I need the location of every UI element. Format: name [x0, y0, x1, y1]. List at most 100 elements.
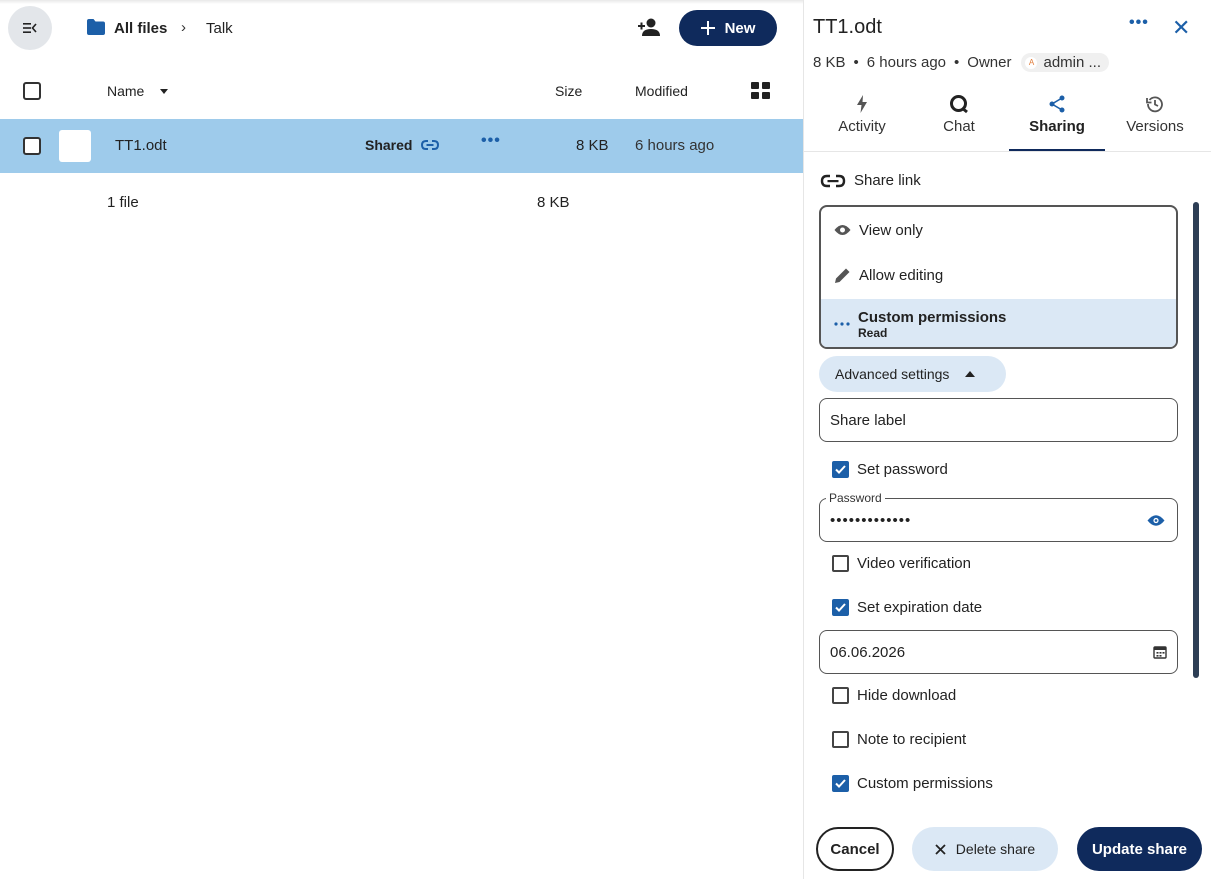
permission-option-allow-editing[interactable]: Allow editing	[821, 264, 1176, 286]
meta-separator: •	[954, 54, 960, 71]
check-icon	[835, 603, 846, 612]
menu-collapse-icon	[23, 23, 37, 33]
file-size: 8 KB	[576, 137, 609, 154]
set-password-checkbox[interactable]: Set password	[832, 461, 948, 478]
files-view: All files › Talk New Name Size Modified …	[0, 0, 803, 879]
row-checkbox[interactable]	[23, 137, 41, 155]
advanced-settings-label: Advanced settings	[835, 366, 950, 382]
tab-sharing[interactable]: Sharing	[1009, 92, 1105, 152]
breadcrumb-talk[interactable]: Talk	[206, 20, 233, 37]
files-summary-size: 8 KB	[537, 194, 570, 211]
eye-icon	[834, 225, 851, 235]
checkbox-checked[interactable]	[832, 461, 849, 478]
row-actions-button[interactable]: •••	[481, 132, 501, 150]
set-expiration-checkbox[interactable]: Set expiration date	[832, 599, 982, 616]
checkbox-label: Hide download	[857, 687, 957, 704]
avatar: A	[1025, 56, 1038, 69]
close-icon[interactable]: ✕	[1172, 15, 1190, 41]
navigation-toggle-button[interactable]	[8, 6, 52, 50]
file-name[interactable]: TT1.odt	[115, 137, 167, 154]
sidebar-title: TT1.odt	[813, 16, 882, 38]
check-icon	[835, 779, 846, 788]
meta-owner-label: Owner	[967, 54, 1012, 71]
tab-chat[interactable]: Chat	[911, 92, 1007, 152]
file-modified: 6 hours ago	[635, 137, 715, 154]
plus-icon	[700, 21, 715, 35]
permission-option-custom[interactable]: Custom permissions Read	[821, 299, 1176, 347]
file-thumbnail[interactable]	[59, 130, 91, 162]
new-button-label: New	[724, 19, 756, 37]
tab-label: Sharing	[1029, 118, 1085, 135]
check-icon	[835, 465, 846, 474]
table-row[interactable]: TT1.odt Shared ••• 8 KB 6 hours ago	[0, 119, 803, 173]
breadcrumb-all-files[interactable]: All files	[114, 20, 167, 37]
owner-chip[interactable]: A admin ...	[1021, 53, 1110, 72]
owner-name: admin ...	[1043, 54, 1102, 71]
password-legend: Password	[826, 491, 885, 505]
column-header-size[interactable]: Size	[555, 83, 582, 99]
checkbox-label: Custom permissions	[857, 775, 993, 792]
shared-label[interactable]: Shared	[365, 137, 412, 153]
password-value: •••••••••••••	[830, 511, 912, 529]
option-label: Custom permissions	[858, 308, 1007, 326]
bolt-icon	[857, 95, 867, 113]
folder-icon	[87, 19, 105, 35]
history-icon	[1146, 96, 1163, 113]
file-meta: 8 KB • 6 hours ago • Owner A admin ...	[813, 53, 1110, 72]
custom-permissions-checkbox[interactable]: Custom permissions	[832, 775, 993, 792]
hide-download-checkbox[interactable]: Hide download	[832, 687, 956, 704]
tab-label: Chat	[943, 118, 975, 135]
chat-icon	[950, 95, 968, 114]
meta-separator: •	[853, 54, 859, 71]
share-icon	[1049, 95, 1065, 113]
tabs-divider	[804, 151, 1211, 152]
new-button[interactable]: New	[679, 10, 777, 46]
delete-share-button[interactable]: Delete share	[912, 827, 1058, 871]
video-verification-checkbox[interactable]: Video verification	[832, 555, 971, 572]
option-sublabel: Read	[858, 325, 888, 340]
checkbox-checked[interactable]	[832, 599, 849, 616]
person-add-icon[interactable]	[638, 17, 660, 37]
permission-option-view-only[interactable]: View only	[821, 219, 1176, 241]
update-share-button[interactable]: Update share	[1077, 827, 1202, 871]
grid-view-icon[interactable]	[751, 82, 770, 99]
link-icon[interactable]	[421, 138, 439, 152]
checkbox-label: Video verification	[857, 555, 971, 572]
sidebar-scrollbar[interactable]	[1193, 202, 1199, 678]
details-sidebar: TT1.odt ••• ✕ 8 KB • 6 hours ago • Owner…	[803, 0, 1211, 879]
permissions-dropdown: View only Allow editing Custom permissio…	[819, 205, 1178, 349]
share-link-heading: Share link	[820, 172, 921, 189]
share-link-label: Share link	[854, 172, 921, 189]
checkbox-label: Set password	[857, 461, 948, 478]
expiration-date-value: 06.06.2026	[830, 643, 906, 661]
link-icon	[820, 174, 846, 187]
share-label-input[interactable]: Share label	[819, 398, 1178, 442]
column-header-name[interactable]: Name	[107, 83, 144, 99]
tab-activity[interactable]: Activity	[814, 92, 910, 152]
checkbox-unchecked[interactable]	[832, 687, 849, 704]
files-summary-count: 1 file	[107, 194, 139, 211]
option-label: Allow editing	[859, 266, 944, 284]
eye-icon[interactable]	[1147, 514, 1165, 527]
dots-icon	[834, 322, 850, 326]
checkbox-label: Set expiration date	[857, 599, 983, 616]
delete-share-label: Delete share	[955, 841, 1036, 857]
checkbox-unchecked[interactable]	[832, 555, 849, 572]
calendar-icon[interactable]	[1153, 645, 1167, 659]
select-all-checkbox[interactable]	[23, 82, 41, 100]
tab-versions[interactable]: Versions	[1107, 92, 1203, 152]
checkbox-checked[interactable]	[832, 775, 849, 792]
close-icon	[935, 843, 946, 855]
note-to-recipient-checkbox[interactable]: Note to recipient	[832, 731, 966, 748]
option-label: View only	[859, 221, 923, 239]
cancel-button[interactable]: Cancel	[816, 827, 894, 871]
expiration-date-input[interactable]: 06.06.2026	[819, 630, 1178, 674]
advanced-settings-button[interactable]: Advanced settings	[819, 356, 1006, 392]
meta-size: 8 KB	[813, 54, 846, 71]
column-header-modified[interactable]: Modified	[635, 83, 688, 99]
sidebar-more-button[interactable]: •••	[1129, 14, 1149, 32]
chevron-up-icon	[965, 371, 976, 377]
sort-descending-icon[interactable]	[160, 89, 168, 94]
meta-time: 6 hours ago	[866, 54, 947, 71]
checkbox-unchecked[interactable]	[832, 731, 849, 748]
